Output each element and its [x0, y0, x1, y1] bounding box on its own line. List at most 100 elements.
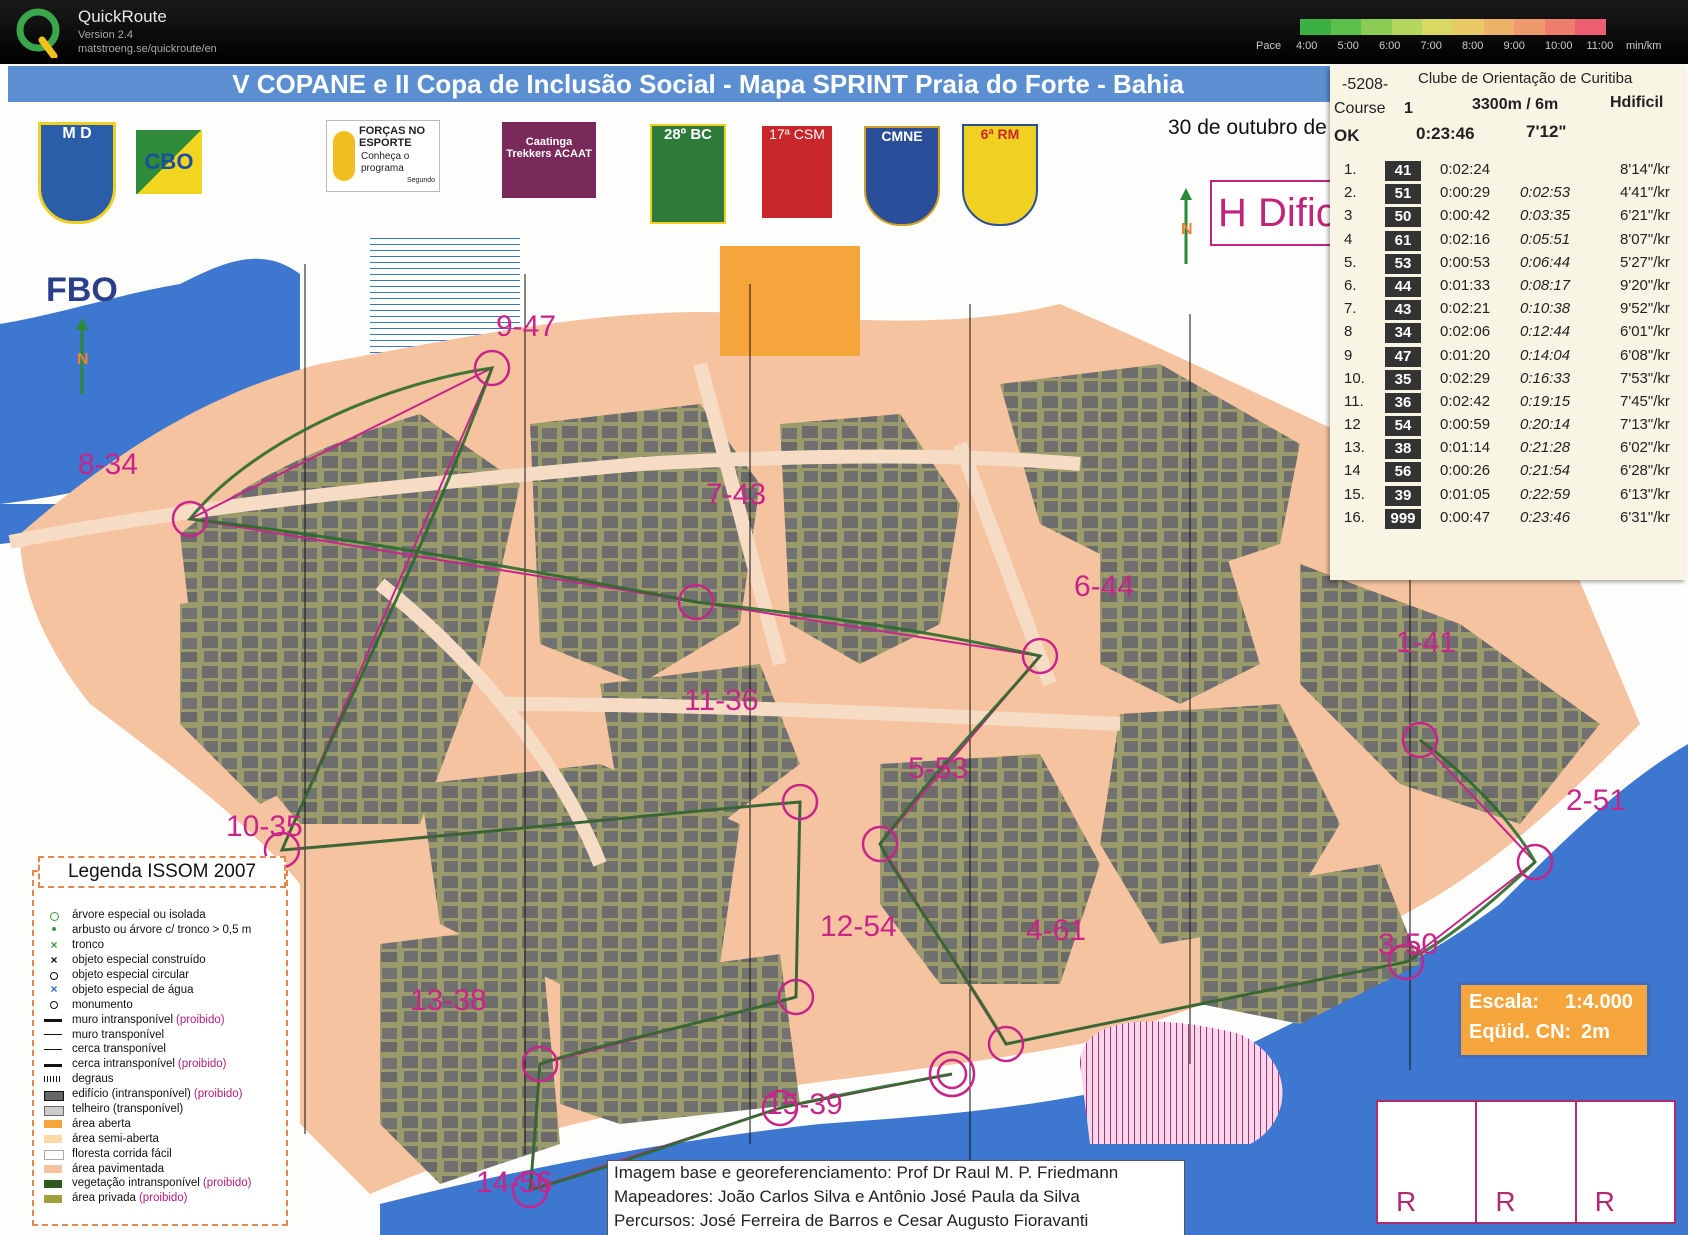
pace-tick-label: 6:00	[1379, 40, 1401, 52]
split-pace: 6'31"/kr	[1620, 508, 1670, 526]
split-row: 5. 53 0:00:53 0:06:44 5'27"/kr	[1330, 251, 1686, 274]
split-pace: 9'20"/kr	[1620, 276, 1670, 294]
split-row: 1. 41 0:02:24 8'14"/kr	[1330, 158, 1686, 181]
control-label: 5-53	[908, 752, 969, 785]
fence-icon	[44, 1045, 64, 1054]
scale-value: 1:4.000	[1565, 991, 1633, 1013]
split-row: 11. 36 0:02:42 0:19:15 7'45"/kr	[1330, 390, 1686, 413]
steps-icon	[44, 1075, 64, 1084]
result-status: OK	[1334, 126, 1360, 145]
map-title: V COPANE e II Copa de Inclusão Social - …	[8, 66, 1408, 102]
split-cumulative: 0:08:17	[1520, 276, 1571, 294]
open-icon	[44, 1119, 64, 1129]
split-number: 5.	[1344, 253, 1357, 271]
legend-item: degraus	[44, 1072, 251, 1087]
punch-box-label: R	[1495, 1186, 1516, 1217]
split-cumulative: 0:22:59	[1520, 485, 1571, 503]
split-row: 14 56 0:00:26 0:21:54 6'28"/kr	[1330, 459, 1686, 483]
total-time: 0:23:46	[1416, 124, 1475, 143]
split-times-printout: -5208- Clube de Orientação de Curitiba C…	[1330, 66, 1686, 580]
split-row: 3 50 0:00:42 0:03:35 6'21"/kr	[1330, 204, 1686, 228]
split-time: 0:00:26	[1440, 462, 1491, 480]
split-time: 0:02:42	[1440, 392, 1491, 410]
split-number: 10.	[1344, 369, 1365, 387]
scale-label: Escala:	[1469, 991, 1540, 1013]
split-time: 0:01:14	[1440, 439, 1491, 457]
split-control-code: 44	[1385, 276, 1421, 297]
legend-item: muro transponível	[44, 1027, 251, 1042]
legend-item-label: objeto especial de água	[72, 983, 194, 996]
sponsor-forcas-sub: Conheça o programa	[361, 151, 410, 174]
app-url[interactable]: matstroeng.se/quickroute/en	[78, 43, 217, 55]
sponsor-cbo-label: CBO	[144, 149, 194, 174]
course-class: Hdificil	[1610, 94, 1664, 111]
split-control-code: 56	[1385, 462, 1421, 483]
split-number: 14	[1344, 462, 1361, 480]
svg-text:N: N	[1181, 221, 1193, 238]
split-number: 4	[1344, 230, 1353, 248]
control-label: 11-36	[684, 684, 759, 717]
sponsor-fbo: FBO	[46, 260, 166, 320]
sponsor-17csm-label: 17ª CSM	[769, 126, 825, 142]
split-control-code: 35	[1385, 369, 1421, 390]
contour-label: Eqüid. CN:	[1469, 1021, 1572, 1043]
course-length: 3300m / 6m	[1472, 96, 1559, 113]
event-date: 30 de outubro de	[1168, 116, 1327, 139]
split-pace: 5'27"/kr	[1620, 253, 1670, 271]
dot-green-icon	[44, 926, 64, 935]
split-time: 0:01:20	[1440, 346, 1491, 364]
split-pace: 6'13"/kr	[1620, 485, 1670, 503]
sponsor-md: M D	[38, 122, 116, 224]
pace-tick-label: 11:00	[1586, 40, 1614, 52]
app-name: QuickRoute	[78, 7, 167, 26]
split-pace: 9'52"/kr	[1620, 300, 1670, 318]
split-control-code: 39	[1385, 485, 1421, 506]
legend-item-prohibited: (proibido)	[138, 1192, 188, 1205]
split-number: 15.	[1344, 485, 1365, 503]
split-time: 0:00:47	[1440, 508, 1491, 526]
canopy-icon	[44, 1105, 64, 1116]
split-number: 13.	[1344, 439, 1365, 457]
legend-item: área pavimentada	[44, 1161, 251, 1176]
legend-item: × objeto especial de água	[44, 982, 251, 997]
split-row: 4 61 0:02:16 0:05:51 8'07"/kr	[1330, 228, 1686, 251]
legend: Legenda ISSOM 2007 árvore especial ou is…	[32, 856, 288, 1226]
split-row: 10. 35 0:02:29 0:16:33 7'53"/kr	[1330, 367, 1686, 390]
sponsor-6rm: 6ª RM	[962, 124, 1038, 226]
legend-item-label: área pavimentada	[72, 1162, 165, 1175]
legend-item: área aberta	[44, 1116, 251, 1131]
orienteering-map[interactable]: V COPANE e II Copa de Inclusão Social - …	[0, 64, 1688, 1235]
split-control-code: 38	[1385, 439, 1421, 460]
legend-item-label: telheiro (transponível)	[72, 1103, 184, 1116]
split-time: 0:02:29	[1440, 369, 1491, 387]
split-pace: 6'01"/kr	[1620, 323, 1670, 341]
pace-color-segment	[1391, 19, 1423, 35]
split-control-code: 47	[1385, 346, 1421, 367]
sponsor-cmne: CMNE	[864, 126, 940, 226]
paved-icon	[44, 1164, 64, 1174]
split-cumulative: 0:21:28	[1520, 439, 1571, 457]
sponsor-caatinga-label: Caatinga Trekkers ACAAT	[506, 136, 592, 160]
map-credits: Imagem base e georeferenciamento: Prof D…	[607, 1160, 1185, 1235]
split-cumulative: 0:23:46	[1520, 508, 1571, 526]
split-number: 12	[1344, 416, 1361, 434]
split-pace: 6'02"/kr	[1620, 439, 1670, 457]
sponsor-caatinga: Caatinga Trekkers ACAAT	[502, 122, 596, 198]
legend-item: × tronco	[44, 938, 251, 953]
split-row: 2. 51 0:00:29 0:02:53 4'41"/kr	[1330, 181, 1686, 205]
legend-item-prohibited: (proibido)	[193, 1088, 243, 1101]
legend-item-label: muro transponível	[72, 1028, 165, 1041]
legend-item-label: tronco	[72, 939, 104, 952]
punch-box-label: R	[1594, 1186, 1615, 1217]
legend-item: cerca intransponível (proibido)	[44, 1057, 251, 1072]
split-time: 0:02:24	[1440, 161, 1491, 178]
pace-label: Pace	[1256, 40, 1282, 52]
split-time: 0:01:33	[1440, 276, 1491, 294]
sponsor-forcas-corner: Segundo	[407, 177, 436, 184]
pace-tick-label: 8:00	[1462, 40, 1484, 52]
legend-item: árvore especial ou isolada	[44, 908, 251, 923]
split-row: 9 47 0:01:20 0:14:04 6'08"/kr	[1330, 344, 1686, 367]
split-pace: 6'21"/kr	[1620, 207, 1670, 225]
legend-item-label: área semi-aberta	[72, 1132, 159, 1145]
legend-title: Legenda ISSOM 2007	[38, 856, 286, 888]
